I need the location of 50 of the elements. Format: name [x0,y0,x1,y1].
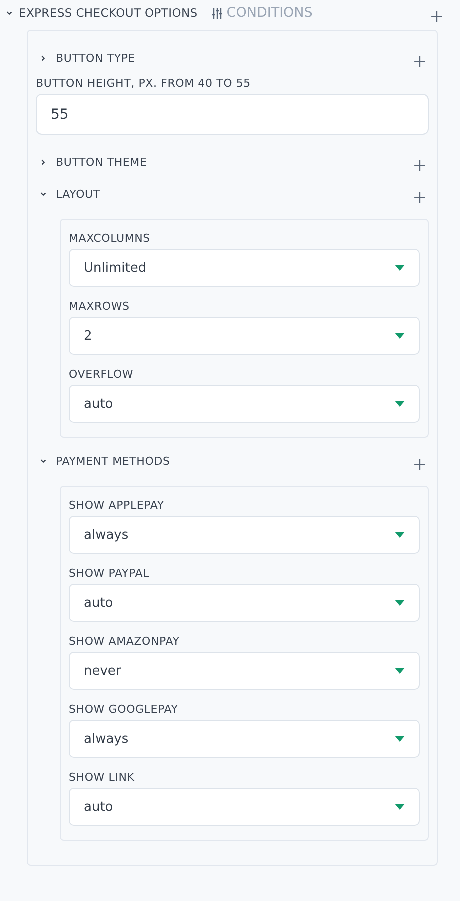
group-title[interactable]: BUTTON THEME [56,156,148,168]
field-label: SHOW LINK [69,771,136,784]
field-label: BUTTON HEIGHT, PX. FROM 40 TO 55 [36,77,252,90]
add-button[interactable]: + [412,54,427,70]
caret-down-icon [395,401,405,407]
dropdown[interactable]: always [69,720,420,758]
dropdown[interactable]: always [69,516,420,554]
input-field[interactable]: 55 [36,94,429,135]
group-title[interactable]: LAYOUT [56,188,100,200]
dropdown-value: always [84,528,129,542]
dropdown[interactable]: auto [69,385,420,423]
dropdown[interactable]: 2 [69,317,420,355]
chevron-down-icon[interactable] [40,458,47,464]
group-title[interactable]: PAYMENT METHODS [56,454,170,468]
dropdown-value: auto [84,596,114,610]
chevron-right-icon[interactable] [40,158,47,166]
field-label: MAXCOLUMNS [69,232,152,245]
add-button[interactable]: + [412,158,427,174]
caret-down-icon [395,600,405,606]
caret-down-icon [395,736,405,742]
field-label: SHOW AMAZONPAY [69,635,181,648]
chevron-down-icon[interactable] [6,10,13,16]
dropdown-value: auto [84,396,114,412]
chevron-right-icon[interactable] [40,54,47,62]
add-button[interactable]: + [412,456,427,474]
dropdown[interactable]: auto [69,584,420,622]
field-label: SHOW PAYPAL [69,567,150,580]
dropdown-value: auto [84,800,114,814]
section-title[interactable]: EXPRESS CHECKOUT OPTIONS [19,6,198,20]
dropdown-value: Unlimited [84,260,147,276]
caret-down-icon [395,804,405,810]
sliders-icon [212,8,223,18]
chevron-down-icon[interactable] [40,190,47,198]
field-label: OVERFLOW [69,368,135,381]
dropdown-value: 2 [84,328,92,344]
caret-down-icon [395,668,405,674]
dropdown-value: never [84,664,122,678]
caret-down-icon [395,333,405,339]
field-label: MAXROWS [69,300,131,313]
add-button[interactable]: + [412,190,427,206]
caret-down-icon [395,532,405,538]
dropdown[interactable]: never [69,652,420,690]
dropdown[interactable]: Unlimited [69,249,420,287]
caret-down-icon [395,265,405,271]
group-title[interactable]: BUTTON TYPE [56,52,136,64]
field-label: SHOW APPLEPAY [69,499,166,512]
dropdown[interactable]: auto [69,788,420,826]
field-label: SHOW GOOGLEPAY [69,703,180,716]
dropdown-value: always [84,732,129,746]
add-button[interactable]: + [430,8,444,26]
